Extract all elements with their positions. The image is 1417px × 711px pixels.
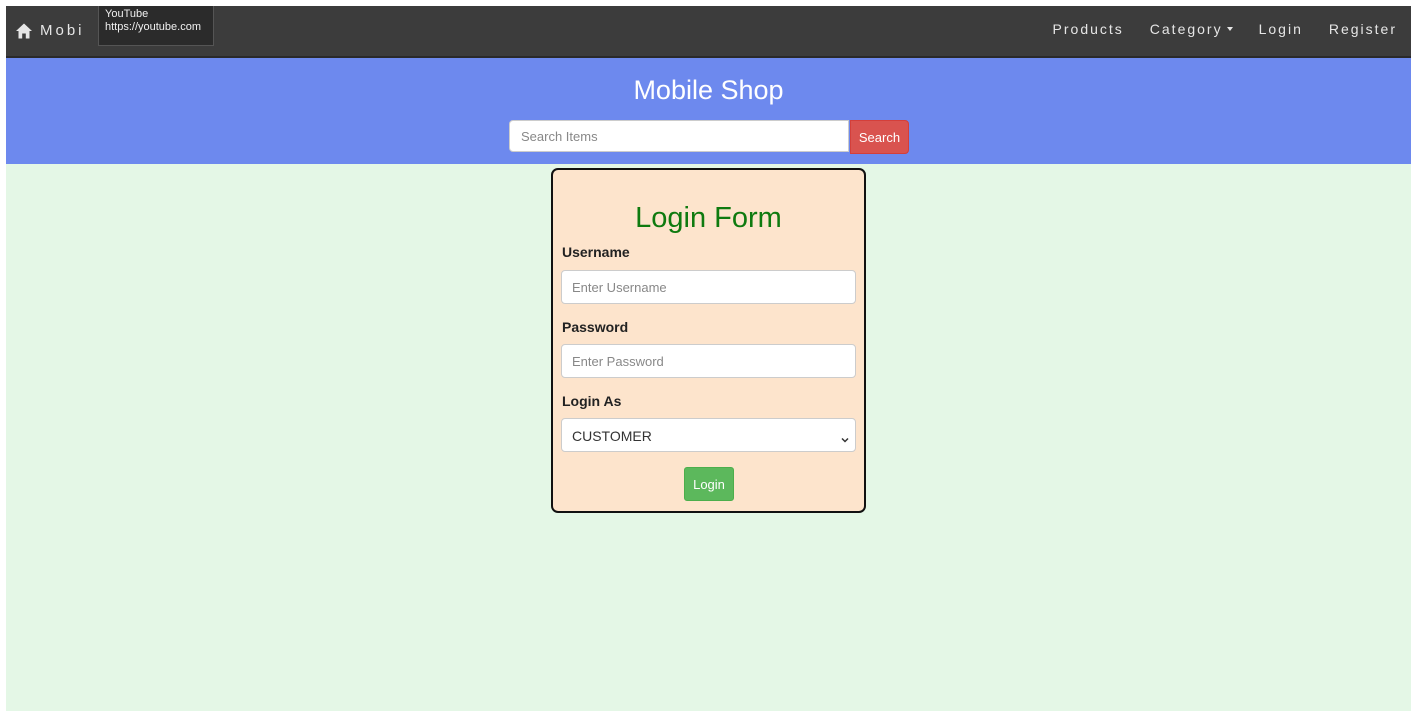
page: Mobi YouTube https://youtube.com Product…: [6, 6, 1411, 711]
nav-products[interactable]: Products: [1053, 21, 1124, 37]
login-as-select[interactable]: CUSTOMER: [561, 418, 856, 452]
site-title: Mobile Shop: [633, 75, 784, 105]
password-field[interactable]: [561, 344, 856, 378]
chevron-down-icon: [841, 431, 849, 443]
tooltip-title: YouTube: [105, 8, 149, 20]
top-navbar: Mobi YouTube https://youtube.com Product…: [6, 6, 1411, 58]
login-as-selected-value: CUSTOMER: [572, 428, 652, 444]
password-label: Password: [562, 319, 629, 335]
home-icon[interactable]: [15, 22, 33, 40]
brand-link[interactable]: Mobi: [40, 22, 85, 39]
login-as-label: Login As: [562, 393, 622, 409]
nav-login[interactable]: Login: [1259, 21, 1303, 37]
login-button[interactable]: Login: [684, 467, 734, 501]
nav-register[interactable]: Register: [1329, 21, 1397, 37]
header-banner: Mobile Shop Search: [6, 58, 1411, 164]
nav-category[interactable]: Category: [1150, 21, 1233, 37]
link-tooltip: YouTube https://youtube.com: [98, 6, 214, 46]
username-label: Username: [562, 244, 630, 260]
nav-links: Products Category Login Register: [1027, 21, 1397, 37]
tooltip-url: https://youtube.com: [105, 21, 201, 33]
login-form-card: Login Form Username Password Login As CU…: [551, 168, 866, 513]
username-field[interactable]: [561, 270, 856, 304]
nav-category-label: Category: [1149, 21, 1223, 37]
caret-down-icon: [1226, 27, 1233, 32]
search-button[interactable]: Search: [850, 120, 909, 154]
login-form-title: Login Form: [635, 202, 782, 234]
search-input[interactable]: [509, 120, 849, 152]
